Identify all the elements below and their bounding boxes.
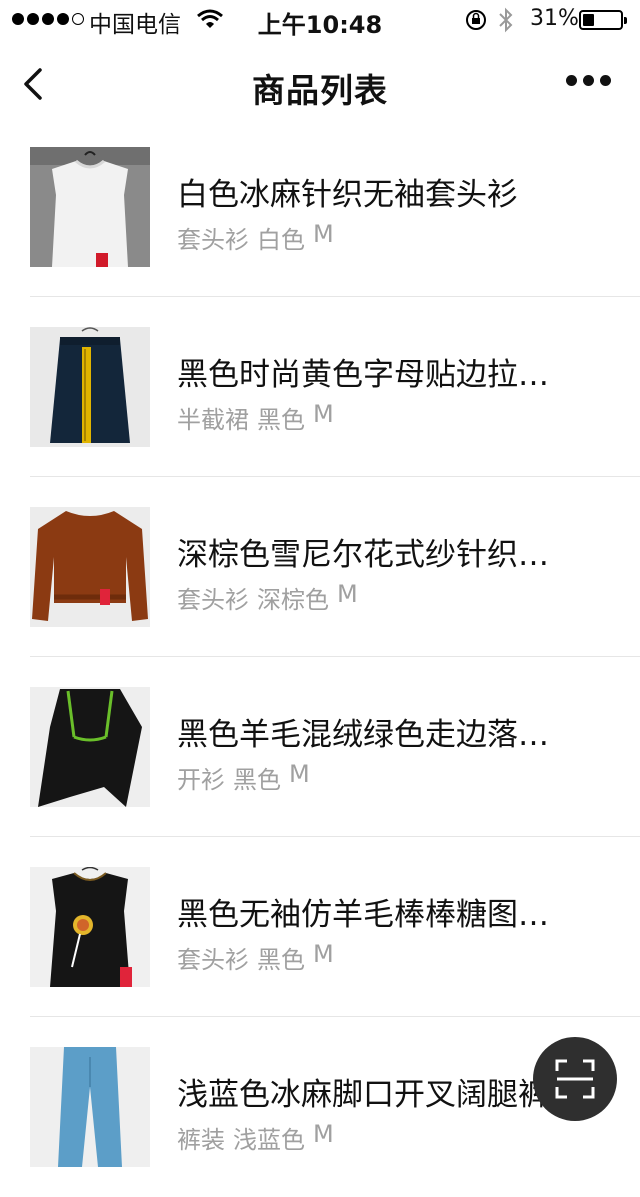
product-meta: 套头衫 黑色 M xyxy=(177,940,334,975)
product-item[interactable]: 白色冰麻针织无袖套头衫 套头衫 白色 M xyxy=(0,117,640,297)
product-color: 浅蓝色 xyxy=(233,1126,305,1154)
product-category: 半截裙 xyxy=(177,406,249,434)
product-color: 深棕色 xyxy=(257,586,329,614)
product-name: 黑色无袖仿羊毛棒棒糖图… xyxy=(177,897,549,933)
product-list: 白色冰麻针织无袖套头衫 套头衫 白色 M 黑色时尚黄色字母贴边拉… 半截裙 黑色… xyxy=(0,117,640,1197)
product-name: 黑色羊毛混绒绿色走边落… xyxy=(177,717,549,753)
product-meta: 裤装 浅蓝色 M xyxy=(177,1120,334,1155)
product-name: 深棕色雪尼尔花式纱针织… xyxy=(177,537,549,573)
product-color: 黑色 xyxy=(233,766,281,794)
scan-icon xyxy=(555,1059,595,1099)
product-meta: 半截裙 黑色 M xyxy=(177,400,334,435)
product-color: 黑色 xyxy=(257,946,305,974)
scan-button[interactable] xyxy=(533,1037,617,1121)
product-thumbnail xyxy=(30,687,150,807)
product-color: 白色 xyxy=(257,226,305,254)
product-thumbnail xyxy=(30,327,150,447)
product-meta: 套头衫 白色 M xyxy=(177,220,334,255)
product-item[interactable]: 黑色羊毛混绒绿色走边落… 开衫 黑色 M xyxy=(0,657,640,837)
product-name: 白色冰麻针织无袖套头衫 xyxy=(177,177,518,213)
page-title: 商品列表 xyxy=(252,71,388,110)
product-item[interactable]: 深棕色雪尼尔花式纱针织… 套头衫 深棕色 M xyxy=(0,477,640,657)
product-category: 套头衫 xyxy=(177,226,249,254)
product-category: 裤装 xyxy=(177,1126,225,1154)
product-thumbnail xyxy=(30,507,150,627)
rotation-lock-icon xyxy=(466,10,486,30)
battery-icon xyxy=(579,10,627,30)
product-category: 套头衫 xyxy=(177,586,249,614)
product-size: M xyxy=(313,1120,334,1148)
product-meta: 套头衫 深棕色 M xyxy=(177,580,358,615)
product-thumbnail xyxy=(30,147,150,267)
product-category: 套头衫 xyxy=(177,946,249,974)
product-category: 开衫 xyxy=(177,766,225,794)
product-color: 黑色 xyxy=(257,406,305,434)
product-name: 浅蓝色冰麻脚口开叉阔腿裤 xyxy=(177,1077,549,1113)
product-size: M xyxy=(313,400,334,428)
status-bar: 中国电信 上午10:48 31% xyxy=(0,0,640,40)
product-thumbnail xyxy=(30,1047,150,1167)
product-meta: 开衫 黑色 M xyxy=(177,760,310,795)
battery-percent: 31% xyxy=(530,6,579,31)
product-item[interactable]: 黑色时尚黄色字母贴边拉… 半截裙 黑色 M xyxy=(0,297,640,477)
more-dots-icon[interactable] xyxy=(566,75,611,86)
product-size: M xyxy=(289,760,310,788)
product-name: 黑色时尚黄色字母贴边拉… xyxy=(177,357,549,393)
product-size: M xyxy=(337,580,358,608)
product-size: M xyxy=(313,940,334,968)
navigation-bar: 商品列表 xyxy=(0,44,640,124)
bluetooth-icon xyxy=(499,7,513,33)
product-thumbnail xyxy=(30,867,150,987)
product-size: M xyxy=(313,220,334,248)
product-item[interactable]: 黑色无袖仿羊毛棒棒糖图… 套头衫 黑色 M xyxy=(0,837,640,1017)
